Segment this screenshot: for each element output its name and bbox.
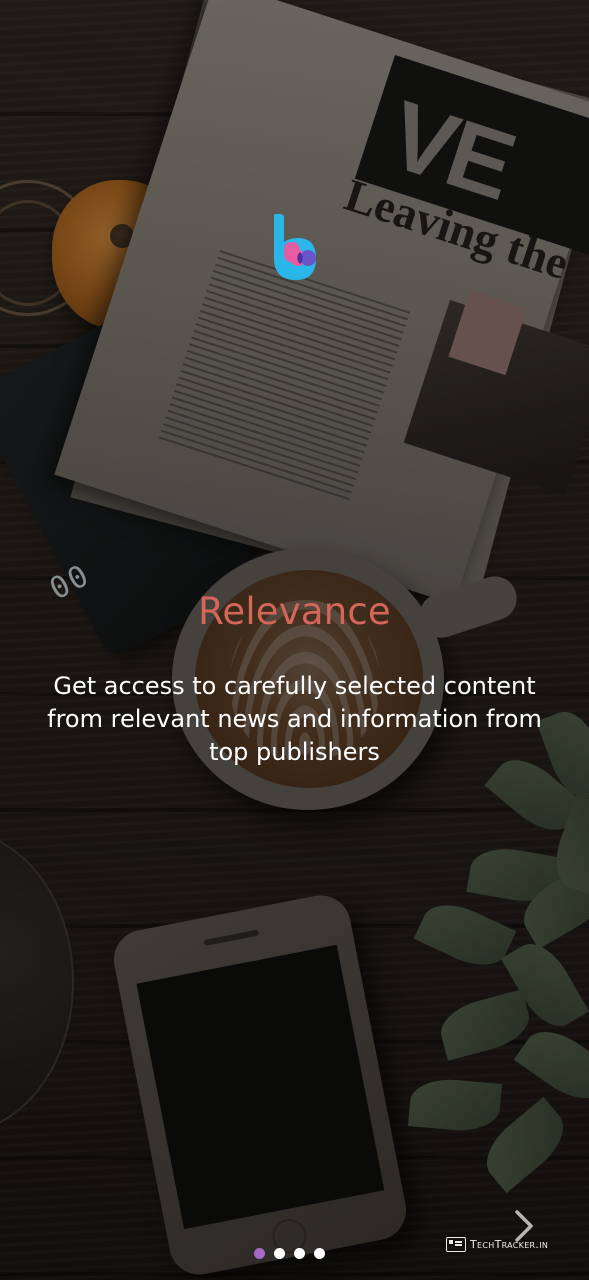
onboarding-description: Get access to carefully selected content… [47, 672, 542, 766]
page-dot-4[interactable] [314, 1248, 325, 1259]
page-dot-3[interactable] [294, 1248, 305, 1259]
browser-window-icon [446, 1237, 466, 1252]
onboarding-title: Relevance [198, 590, 391, 633]
page-indicator [254, 1248, 325, 1259]
watermark: TechTracker.in [446, 1237, 548, 1252]
app-logo [274, 214, 316, 280]
page-dot-2[interactable] [274, 1248, 285, 1259]
watermark-text: TechTracker.in [470, 1238, 549, 1251]
onboarding-screen: 00 VE Leaving the Relevance Get access t… [0, 0, 589, 1280]
page-dot-1[interactable] [254, 1248, 265, 1259]
